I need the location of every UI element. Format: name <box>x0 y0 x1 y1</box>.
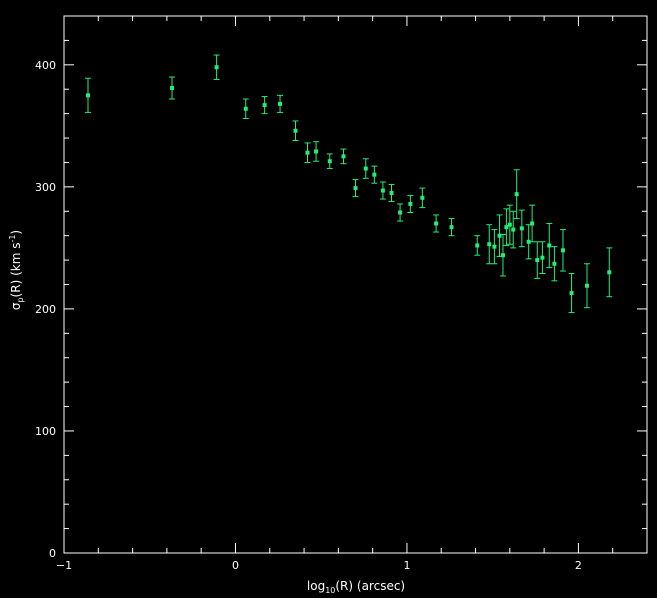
point-marker <box>560 248 565 253</box>
y-tick-label: 400 <box>35 59 56 72</box>
point-marker <box>519 226 524 231</box>
point-marker <box>540 255 545 260</box>
point-marker <box>511 227 516 232</box>
point-marker <box>372 172 377 177</box>
point-marker <box>408 201 413 206</box>
y-tick-label: 200 <box>35 303 56 316</box>
point-marker <box>262 103 267 108</box>
point-marker <box>243 106 248 111</box>
point-marker <box>514 192 519 197</box>
point-marker <box>507 222 512 227</box>
point-marker <box>86 93 91 98</box>
point-marker <box>341 154 346 159</box>
chart-background <box>0 0 657 598</box>
point-marker <box>293 128 298 133</box>
y-tick-label: 100 <box>35 425 56 438</box>
point-marker <box>434 221 439 226</box>
point-marker <box>420 195 425 200</box>
point-marker <box>327 159 332 164</box>
point-marker <box>449 225 454 230</box>
x-tick-label: 2 <box>575 559 582 572</box>
y-tick-label: 300 <box>35 181 56 194</box>
point-marker <box>552 261 557 266</box>
x-tick-label: 1 <box>403 559 410 572</box>
x-tick-label: 0 <box>232 559 239 572</box>
point-marker <box>363 166 368 171</box>
point-marker <box>535 258 540 263</box>
point-marker <box>353 186 358 191</box>
point-marker <box>569 291 574 296</box>
x-tick-label: −1 <box>56 559 72 572</box>
chart: −1 0 1 20100200300400 log10(R) (arcsec) σp(… <box>0 0 657 598</box>
point-marker <box>530 221 535 226</box>
point-marker <box>278 101 283 106</box>
point-marker <box>389 190 394 195</box>
point-marker <box>314 149 319 154</box>
point-marker <box>170 86 175 91</box>
point-marker <box>504 225 509 230</box>
point-marker <box>214 65 219 70</box>
point-marker <box>380 188 385 193</box>
point-marker <box>475 243 480 248</box>
point-marker <box>607 270 612 275</box>
point-marker <box>487 242 492 247</box>
x-axis-label: log10(R) (arcsec) <box>307 579 405 595</box>
point-marker <box>584 283 589 288</box>
point-marker <box>398 210 403 215</box>
point-marker <box>500 253 505 258</box>
point-marker <box>305 150 310 155</box>
y-tick-label: 0 <box>49 547 56 560</box>
point-marker <box>547 243 552 248</box>
point-marker <box>492 244 497 249</box>
